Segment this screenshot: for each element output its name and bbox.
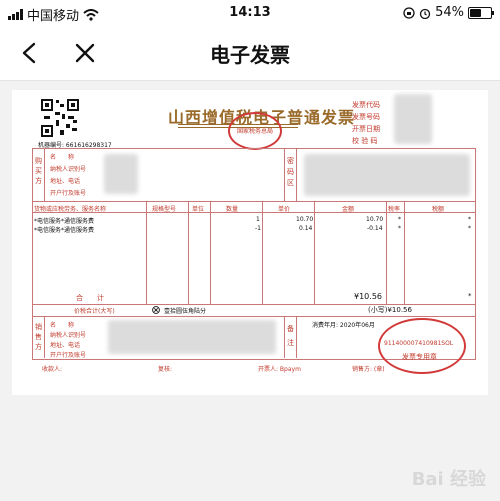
seller-bank-label: 开户行及账号	[50, 352, 87, 359]
reviewer-label: 复核:	[158, 366, 173, 373]
col-tax: 税额	[432, 206, 445, 213]
battery-icon	[468, 6, 494, 19]
item-1-name: *电信服务*通信服务费	[34, 218, 95, 225]
total-label: 合 计	[76, 294, 104, 302]
col-unit: 单位	[192, 206, 205, 213]
payee-label: 收款人:	[42, 366, 63, 373]
label-invoice-code: 发票代码	[352, 101, 380, 109]
label-check-code: 校 验 码	[352, 137, 378, 145]
seller-footer-label: 销售方: (章)	[352, 366, 385, 373]
circle-x-icon	[152, 306, 160, 314]
qr-code-icon	[40, 98, 80, 138]
item-2-name: *电信服务*通信服务费	[34, 227, 95, 234]
item-1-rate: *	[398, 216, 401, 223]
seller-invoice-seal: 911400007410981SOL 发票专用章	[378, 318, 466, 374]
remark-label: 备注	[287, 325, 294, 347]
issuer-label: 开票人: Bpaym	[258, 366, 301, 373]
total-tax: *	[468, 292, 472, 300]
item-1-price: 10.70	[296, 216, 314, 223]
item-2-price: 0.14	[299, 225, 313, 232]
item-1-qty: 1	[256, 216, 260, 223]
item-1-amount: 10.70	[366, 216, 384, 223]
col-amount: 金额	[342, 206, 355, 213]
invoice-image: 机器编号: 661616298317 山西增值税电子普通发票 国家税务总局 发票…	[12, 90, 488, 395]
buyer-name-label: 名 称	[50, 154, 75, 161]
seller-name-label: 名 称	[50, 322, 75, 329]
col-price: 单价	[278, 206, 291, 213]
redacted-seller-info	[108, 320, 276, 354]
label-invoice-number: 发票号码	[352, 113, 380, 121]
col-qty: 数量	[226, 206, 239, 213]
buyer-side-label: 购买方	[35, 157, 42, 185]
tax-bureau-seal: 国家税务总局	[228, 112, 282, 150]
item-2-tax: *	[468, 225, 471, 232]
page-title: 电子发票	[210, 43, 290, 67]
col-tax-rate: 税率	[388, 206, 401, 213]
seller-address-label: 地址、电话	[50, 342, 81, 349]
status-bar: 中国移动 14:13 54%	[0, 0, 500, 26]
redacted-invoice-info	[394, 94, 432, 144]
buyer-bank-label: 开户行及账号	[50, 190, 87, 197]
redacted-password-area	[304, 154, 470, 196]
label-invoice-date: 开票日期	[352, 125, 380, 133]
item-2-qty: -1	[255, 225, 261, 232]
col-goods-name: 货物或应税劳务、服务名称	[34, 206, 107, 213]
alarm-icon	[419, 8, 431, 19]
item-1-tax: *	[468, 216, 471, 223]
battery-percent: 54%	[435, 5, 464, 20]
buyer-address-label: 地址、电话	[50, 178, 81, 185]
price-tax-label: 价税合计(大写)	[74, 308, 115, 315]
status-right: 54%	[403, 5, 494, 20]
item-2-rate: *	[398, 225, 401, 232]
total-amount: ¥10.56	[354, 292, 382, 301]
nav-bar: 电子发票	[0, 26, 500, 81]
orientation-lock-icon	[403, 6, 415, 19]
password-area-label: 密码区	[287, 157, 294, 187]
price-tax-small: (小写)¥10.56	[368, 306, 412, 314]
seller-taxid-label: 纳税人识别号	[50, 332, 87, 339]
buyer-taxid-label: 纳税人识别号	[50, 166, 87, 173]
redacted-buyer-info	[104, 154, 138, 194]
item-2-amount: -0.14	[367, 225, 383, 232]
price-tax-words: 壹拾圆伍角陆分	[164, 308, 207, 315]
baidu-watermark: Bai 经验	[411, 469, 486, 490]
seller-side-label: 销售方	[35, 323, 42, 351]
col-spec: 规格型号	[152, 206, 177, 213]
remark-text: 消费年月: 2020年06月	[312, 322, 375, 329]
